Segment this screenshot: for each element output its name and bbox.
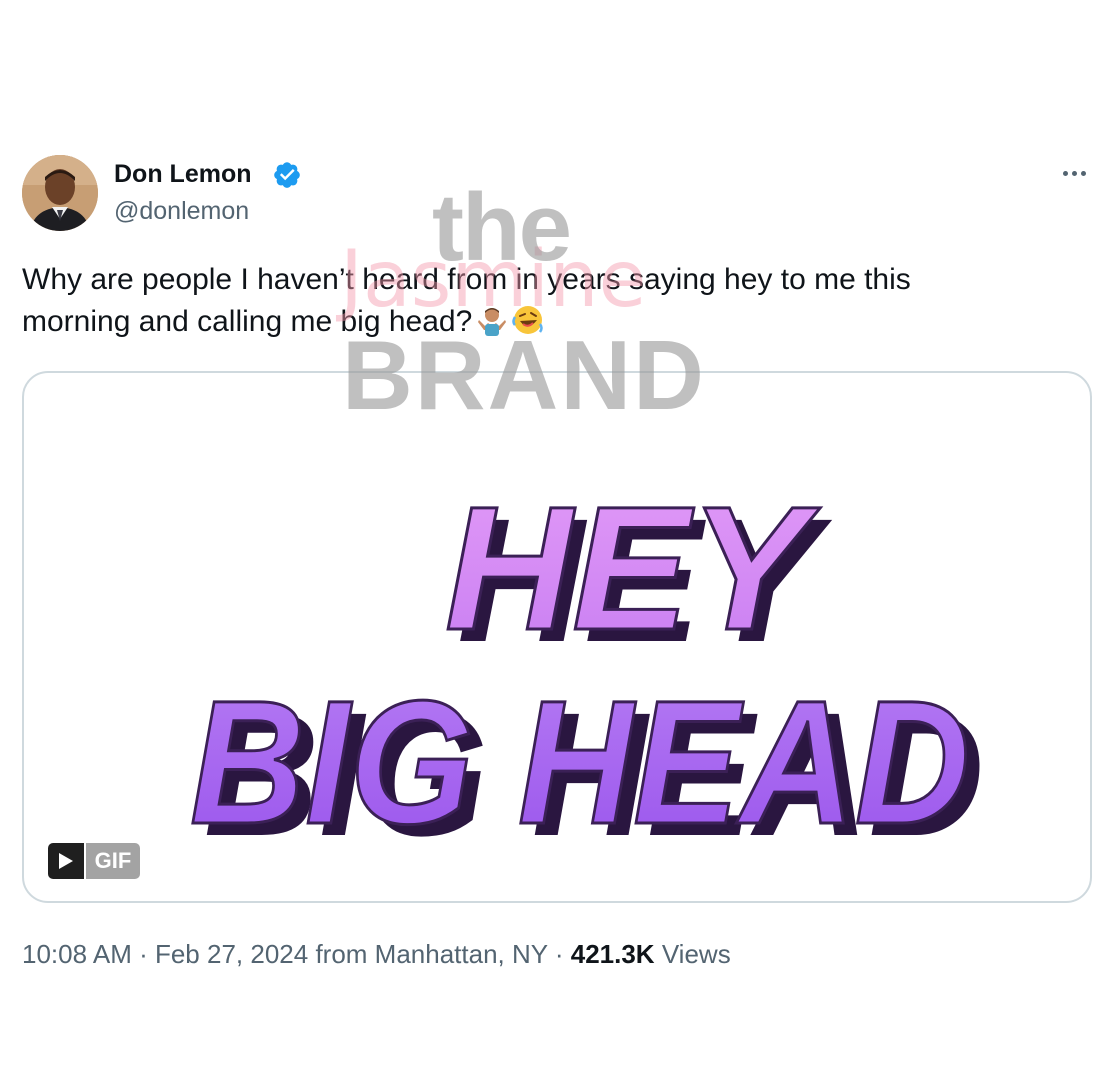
gif-image: HEY HEY BIG HEAD BIG HEAD — [189, 470, 985, 874]
tweet-text: Why are people I haven’t heard from in y… — [22, 259, 1062, 343]
separator: · — [131, 939, 155, 969]
verified-badge-icon — [274, 162, 300, 188]
tweet-location: from Manhattan, NY — [315, 939, 548, 969]
play-icon[interactable] — [48, 843, 84, 879]
tweet-date[interactable]: Feb 27, 2024 — [155, 939, 308, 969]
user-handle[interactable]: @donlemon — [114, 195, 249, 227]
gif-text-line-2: BIG HEAD — [190, 665, 970, 861]
tweet-text-line-2-text: morning and calling me big head? — [22, 305, 473, 338]
separator: · — [547, 939, 571, 969]
rolling-on-floor-laughing-emoji-icon — [512, 306, 544, 334]
views-count[interactable]: 421.3K — [571, 939, 655, 969]
play-triangle-icon — [59, 853, 73, 869]
gif-play-badge[interactable]: GIF — [48, 843, 140, 879]
gif-label: GIF — [86, 843, 140, 879]
avatar-image — [22, 155, 98, 231]
tweet-text-line-2: morning and calling me big head? — [22, 301, 1062, 343]
dot — [1062, 170, 1068, 176]
gif-text-line-1: HEY — [445, 471, 820, 667]
person-shrugging-emoji-icon — [478, 308, 507, 336]
tweet-metadata: 10:08 AM · Feb 27, 2024 from Manhattan, … — [22, 936, 731, 972]
views-label: Views — [661, 939, 731, 969]
dot — [1071, 170, 1077, 176]
more-options-icon[interactable] — [1054, 158, 1094, 188]
tweet-time[interactable]: 10:08 AM — [22, 939, 132, 969]
gif-media[interactable]: HEY HEY BIG HEAD BIG HEAD GIF — [22, 371, 1092, 903]
dot — [1080, 170, 1086, 176]
avatar[interactable] — [22, 155, 98, 231]
tweet-text-line-1: Why are people I haven’t heard from in y… — [22, 263, 911, 296]
display-name[interactable]: Don Lemon — [114, 158, 252, 190]
tweet: Don Lemon @donlemon Why are people I hav… — [0, 0, 1098, 1074]
